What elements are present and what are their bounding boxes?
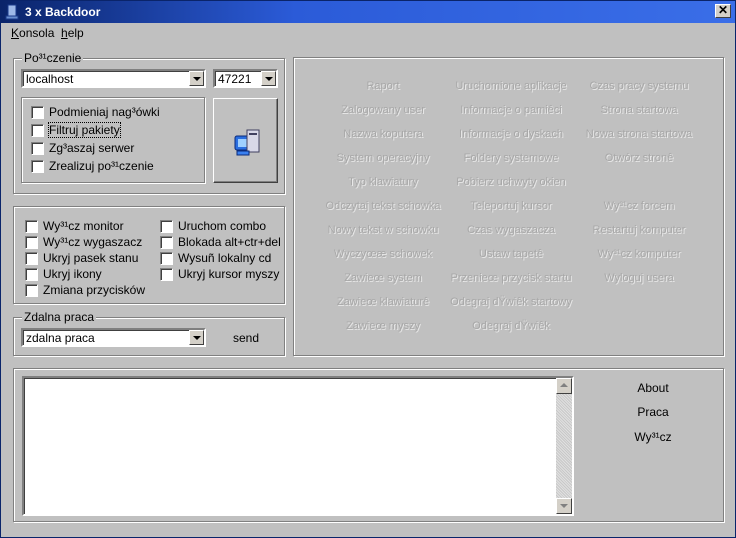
menu-konsola[interactable]: Konsola <box>11 26 54 40</box>
command-col2-4[interactable]: Pobierz uchwyty okien <box>431 176 591 188</box>
remote-legend: Zdalna praca <box>22 310 97 324</box>
remote-combo[interactable]: zdalna praca <box>21 328 206 347</box>
exit-button[interactable]: Wy³¹cz <box>625 430 681 444</box>
scrollbar[interactable] <box>556 378 572 514</box>
connection-legend: Po³¹czenie <box>22 51 84 65</box>
window-title: 3 x Backdoor <box>25 5 101 19</box>
command-col3-2[interactable]: Nowa strona startowa <box>559 128 719 140</box>
command-col2-9[interactable]: Odegraj dŸwiêk startowy <box>431 296 591 308</box>
command-col3-5[interactable]: Wy³¹cz forcem <box>559 200 719 212</box>
chevron-down-icon[interactable] <box>261 71 276 86</box>
computer-icon <box>234 129 260 156</box>
praca-button[interactable]: Praca <box>625 405 681 419</box>
host-combo[interactable]: localhost <box>21 69 206 88</box>
menu-help[interactable]: help <box>61 26 84 40</box>
chevron-down-icon[interactable] <box>189 71 204 86</box>
port-value: 47221 <box>218 72 252 86</box>
scroll-down-icon[interactable] <box>556 498 572 514</box>
command-col3-8[interactable]: Wyloguj usera <box>559 272 719 284</box>
title-bar[interactable]: 3 x Backdoor ✕ <box>1 1 735 23</box>
command-col3-0[interactable]: Czas pracy systemu <box>559 80 719 92</box>
command-col3-1[interactable]: Strona startowa <box>559 104 719 116</box>
menu-bar: Konsola help <box>1 23 735 43</box>
close-button[interactable]: ✕ <box>715 4 731 18</box>
send-button[interactable]: send <box>223 331 269 345</box>
port-combo[interactable]: 47221 <box>213 69 278 88</box>
remote-value: zdalna praca <box>26 331 95 345</box>
app-icon <box>5 4 19 20</box>
command-col3-7[interactable]: Wy³¹cz komputer <box>559 248 719 260</box>
host-value: localhost <box>26 72 74 86</box>
connect-button[interactable] <box>213 98 278 183</box>
scroll-up-icon[interactable] <box>556 378 572 394</box>
chevron-down-icon[interactable] <box>189 330 204 345</box>
command-col3-3[interactable]: Otwórz stronê <box>559 152 719 164</box>
command-col2-10[interactable]: Odegraj dŸwiêk <box>431 320 591 332</box>
output-memo[interactable] <box>22 376 574 516</box>
about-button[interactable]: About <box>625 381 681 395</box>
command-col3-6[interactable]: Restartuj komputer <box>559 224 719 236</box>
app-window: 3 x Backdoor ✕ Konsola help Po³¹czenie l… <box>0 0 736 538</box>
